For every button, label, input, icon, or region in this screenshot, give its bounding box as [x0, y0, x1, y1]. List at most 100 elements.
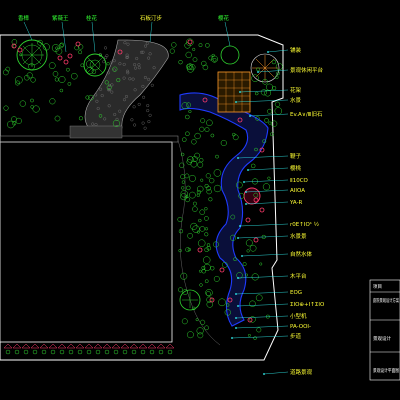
landscape-plan-drawing: 香樟 紫薇王 桂花 石板汀步 樱花 铺装景观休闲平台花架水景 Ev.A∨/Ⅲ旧石鞭…	[0, 14, 400, 381]
top-label-1: 香樟	[18, 14, 30, 22]
shrub	[58, 43, 64, 49]
shrub	[199, 226, 206, 232]
shrub	[213, 169, 222, 177]
shrub	[213, 184, 222, 193]
shrub	[32, 105, 40, 113]
shrub	[54, 115, 61, 122]
shrub	[30, 98, 34, 103]
shrub	[197, 332, 204, 339]
shrub	[85, 95, 90, 100]
shrub	[177, 216, 183, 223]
shrub	[199, 283, 203, 287]
shrub	[2, 69, 9, 76]
title-block-row3: 景观设计	[373, 335, 391, 342]
shrub	[185, 131, 190, 136]
tree-large-3	[250, 53, 280, 83]
flower	[197, 247, 203, 253]
shrub	[259, 262, 263, 266]
shrub	[198, 218, 202, 223]
right-label-7: 樱桃	[290, 164, 302, 172]
shrub	[185, 114, 190, 120]
shrub	[202, 256, 211, 264]
shrub	[194, 132, 201, 140]
shrub	[196, 193, 200, 197]
building-footprint	[0, 141, 173, 343]
flower	[187, 39, 193, 45]
shrub	[256, 67, 260, 72]
shrub	[28, 63, 35, 70]
shrub	[251, 273, 259, 281]
right-label-1: 铺装	[290, 46, 302, 54]
right-label-11: r0E↑IO¹ ½	[290, 221, 319, 228]
flower	[253, 237, 259, 243]
right-label-12: 水景景	[290, 232, 307, 240]
shrub	[265, 83, 274, 91]
shrub	[254, 91, 259, 96]
shrub	[267, 176, 271, 180]
shrub	[30, 77, 36, 83]
shrub	[169, 48, 175, 54]
right-label-10: YA-R	[289, 200, 303, 206]
shrub	[78, 116, 83, 121]
shrub	[212, 57, 217, 62]
top-label-5: 樱花	[218, 14, 230, 22]
right-label-15: EOG	[290, 290, 302, 296]
shrub	[192, 57, 198, 62]
shrub	[247, 333, 251, 337]
shrub	[204, 227, 209, 231]
shrub	[192, 47, 196, 51]
shrub	[204, 232, 209, 237]
shrub	[186, 185, 191, 191]
right-label-20: 道路景观	[290, 368, 313, 376]
shrub	[198, 43, 203, 48]
shrub	[204, 279, 209, 284]
top-label-3: 桂花	[86, 14, 98, 22]
shrub	[15, 76, 23, 84]
right-label-13: 自然水体	[290, 250, 313, 258]
right-label-5: Ev.A∨/Ⅲ旧石	[290, 111, 323, 118]
shrub	[188, 109, 192, 114]
shrub	[208, 55, 214, 61]
water-stream	[179, 92, 269, 327]
shrub	[199, 126, 205, 132]
shrub	[213, 275, 220, 282]
shrub	[180, 190, 188, 198]
shrub	[180, 174, 186, 180]
shrub	[200, 118, 206, 124]
shrub	[3, 105, 9, 111]
shrub	[188, 174, 196, 182]
shrub	[204, 127, 210, 133]
shrub	[19, 100, 26, 107]
shrub	[200, 319, 206, 325]
shrub	[181, 186, 185, 190]
shrub	[204, 207, 208, 211]
shrub	[267, 108, 272, 114]
shrub	[181, 180, 186, 184]
shrub	[275, 63, 283, 71]
title-block: 项目 庭院景观设计方案 景观设计 景观设计平面图	[369, 279, 400, 381]
hedge-row-bottom	[3, 343, 175, 355]
patio-paving	[69, 125, 123, 139]
shrub	[184, 173, 190, 179]
shrub	[204, 325, 209, 331]
shrub	[246, 249, 250, 253]
shrub	[190, 160, 198, 168]
shrub	[209, 177, 215, 184]
shrub	[198, 269, 202, 273]
title-block-row4: 景观设计平面图	[373, 367, 399, 374]
shrub	[49, 98, 56, 105]
shrub	[196, 327, 204, 335]
shrub	[58, 76, 66, 83]
shrub	[171, 42, 177, 48]
title-block-row1: 项目	[373, 284, 382, 290]
shrub	[91, 69, 97, 74]
shrub	[189, 191, 196, 199]
shrub	[186, 331, 194, 339]
shrub	[48, 62, 56, 69]
shrub	[249, 244, 257, 252]
shrub	[264, 118, 269, 123]
tree-large-4	[220, 45, 240, 65]
shrub	[187, 232, 193, 239]
shrub	[197, 239, 206, 247]
flower	[57, 55, 63, 61]
